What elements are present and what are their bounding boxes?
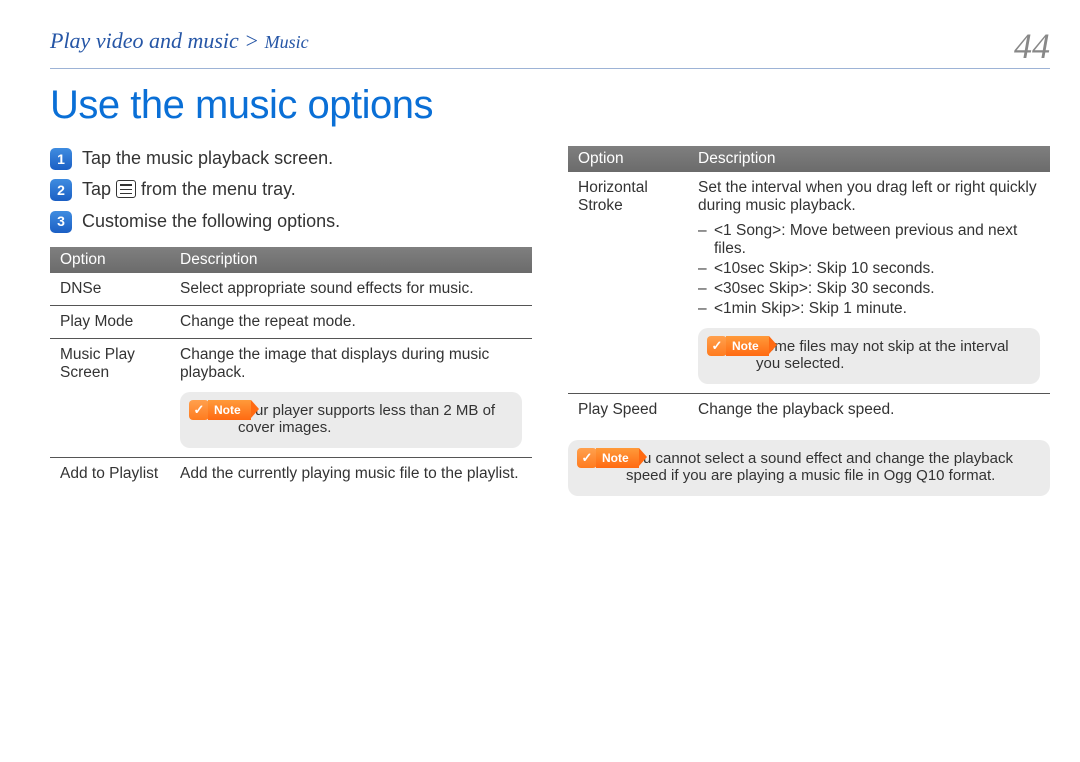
col-header-description: Description — [688, 146, 1050, 172]
page-title: Use the music options — [50, 83, 1050, 128]
note-block: ✓ Note Your player supports less than 2 … — [180, 392, 522, 448]
col-header-description: Description — [170, 247, 532, 273]
option-play-mode: Play Mode — [50, 305, 170, 338]
breadcrumb: Play video and music > Music — [50, 28, 309, 54]
breadcrumb-main: Play video and music > — [50, 28, 259, 53]
step-1: 1 Tap the music playback screen. — [50, 146, 532, 170]
note-text: You cannot select a sound effect and cha… — [626, 450, 1038, 484]
step-text: Tap the music playback screen. — [82, 146, 333, 170]
option-music-play-screen-desc: Change the image that displays during mu… — [170, 338, 532, 457]
note-text: Some files may not skip at the interval … — [756, 338, 1028, 372]
list-item: <30sec Skip>: Skip 30 seconds. — [698, 280, 1040, 298]
option-play-mode-desc: Change the repeat mode. — [170, 305, 532, 338]
breadcrumb-sub: Music — [265, 32, 309, 52]
desc-text: Set the interval when you drag left or r… — [698, 179, 1037, 214]
list-item: <1 Song>: Move between previous and next… — [698, 222, 1040, 258]
step-text: Customise the following options. — [82, 209, 340, 233]
stroke-options-list: <1 Song>: Move between previous and next… — [698, 222, 1040, 318]
options-table-right: Option Description Horizontal Stroke Set… — [568, 146, 1050, 426]
note-label: ✓ Note — [577, 448, 639, 468]
page-header: Play video and music > Music 44 — [50, 28, 1050, 69]
list-item: <10sec Skip>: Skip 10 seconds. — [698, 260, 1040, 278]
option-play-speed: Play Speed — [568, 394, 688, 427]
option-add-to-playlist-desc: Add the currently playing music file to … — [170, 457, 532, 490]
check-icon: ✓ — [189, 400, 209, 420]
table-row: Add to Playlist Add the currently playin… — [50, 457, 532, 490]
option-dnse-desc: Select appropriate sound effects for mus… — [170, 273, 532, 306]
option-add-to-playlist: Add to Playlist — [50, 457, 170, 490]
option-dnse: DNSe — [50, 273, 170, 306]
note-block-final: ✓ Note You cannot select a sound effect … — [568, 440, 1050, 496]
left-column: 1 Tap the music playback screen. 2 Tap f… — [50, 146, 532, 496]
menu-tray-icon — [116, 180, 136, 198]
note-text: Your player supports less than 2 MB of c… — [238, 402, 510, 436]
option-horizontal-stroke: Horizontal Stroke — [568, 172, 688, 394]
right-column: Option Description Horizontal Stroke Set… — [568, 146, 1050, 496]
table-row: Horizontal Stroke Set the interval when … — [568, 172, 1050, 394]
step-3: 3 Customise the following options. — [50, 209, 532, 233]
steps-list: 1 Tap the music playback screen. 2 Tap f… — [50, 146, 532, 233]
note-label: ✓ Note — [189, 400, 251, 420]
step-2: 2 Tap from the menu tray. — [50, 177, 532, 201]
table-row: Music Play Screen Change the image that … — [50, 338, 532, 457]
table-row: Play Mode Change the repeat mode. — [50, 305, 532, 338]
page-number: 44 — [1014, 28, 1050, 64]
note-flag: Note — [596, 448, 639, 468]
step-number-badge: 1 — [50, 148, 72, 170]
desc-text: Change the image that displays during mu… — [180, 346, 489, 381]
list-item: <1min Skip>: Skip 1 minute. — [698, 300, 1040, 318]
note-label: ✓ Note — [707, 336, 769, 356]
col-header-option: Option — [50, 247, 170, 273]
table-row: DNSe Select appropriate sound effects fo… — [50, 273, 532, 306]
note-flag: Note — [208, 400, 251, 420]
options-table-left: Option Description DNSe Select appropria… — [50, 247, 532, 490]
note-flag: Note — [726, 336, 769, 356]
note-block: ✓ Note Some files may not skip at the in… — [698, 328, 1040, 384]
step-number-badge: 3 — [50, 211, 72, 233]
option-music-play-screen: Music Play Screen — [50, 338, 170, 457]
check-icon: ✓ — [707, 336, 727, 356]
table-row: Play Speed Change the playback speed. — [568, 394, 1050, 427]
step-prefix: Tap — [82, 177, 111, 201]
col-header-option: Option — [568, 146, 688, 172]
step-text: Tap from the menu tray. — [82, 177, 296, 201]
option-play-speed-desc: Change the playback speed. — [688, 394, 1050, 427]
step-number-badge: 2 — [50, 179, 72, 201]
check-icon: ✓ — [577, 448, 597, 468]
option-horizontal-stroke-desc: Set the interval when you drag left or r… — [688, 172, 1050, 394]
step-suffix: from the menu tray. — [141, 177, 296, 201]
